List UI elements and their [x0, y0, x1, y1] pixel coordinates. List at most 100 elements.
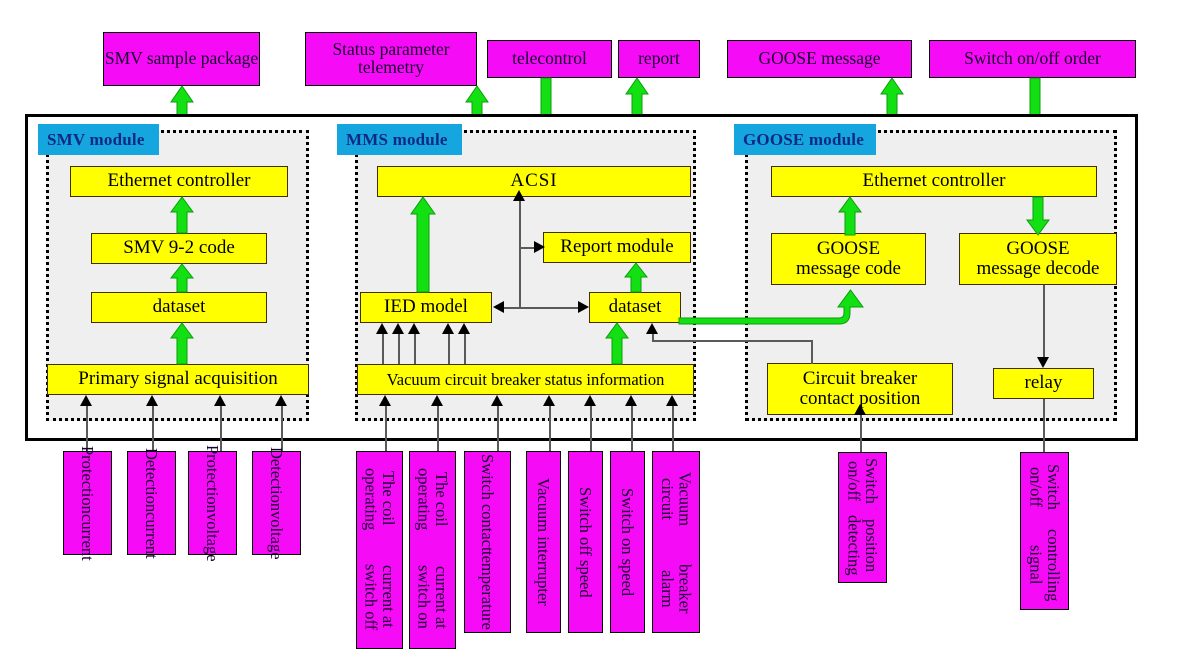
- flow-arrow-smv-code-to-eth: [170, 196, 194, 234]
- io-box-detection-current: Detection current: [127, 447, 176, 558]
- arrowhead-in-coil-on: [431, 395, 443, 406]
- arrowhead-in-switch-position: [854, 404, 866, 415]
- io-label-line1: Detection: [267, 446, 287, 511]
- io-label: Switch on speed: [618, 487, 638, 597]
- io-label: Switch off speed: [576, 486, 596, 598]
- block-vacuum-breaker-status-information: Vacuum circuit breaker status informatio…: [357, 364, 694, 395]
- io-box-coil-current-switch-on: The coil operating current at switch on: [409, 451, 456, 649]
- flow-arrow-acq-to-smv-dataset: [170, 322, 194, 365]
- io-label-line1: The coil operating: [414, 467, 451, 531]
- io-label-line1: Detection: [142, 447, 162, 512]
- block-smv-9-2-code: SMV 9-2 code: [91, 233, 267, 264]
- block-label: Report module: [560, 236, 674, 258]
- arrowhead-in-vacuum-interrupter: [543, 395, 555, 406]
- line-trunk-to-ied: [504, 307, 522, 309]
- flow-arrow-dataset-to-goose-code: [678, 285, 865, 331]
- io-label-line1: Protection: [78, 445, 98, 514]
- block-smv-dataset: dataset: [91, 292, 267, 323]
- io-label-line1: Vacuum circuit: [658, 472, 695, 527]
- io-label: report: [638, 48, 680, 69]
- arrowhead-to-relay: [1037, 357, 1049, 368]
- line-status-to-ied-2: [398, 334, 400, 364]
- block-label: IED model: [384, 296, 468, 318]
- diagram-canvas: SMV sample package Status parameter tele…: [0, 0, 1200, 654]
- block-label: Vacuum circuit breaker status informatio…: [386, 369, 665, 389]
- io-label-line2: breaker alarm: [658, 564, 695, 614]
- io-label-line2: controlling signal: [1026, 528, 1063, 602]
- block-label: GOOSE message decode: [976, 237, 1100, 279]
- arrowhead-in-detection-current: [146, 395, 158, 406]
- arrowhead-status-to-ied-4: [442, 323, 454, 334]
- io-label: Vacuum interrupter: [534, 478, 554, 606]
- block-goose-message-code: GOOSE message code: [771, 233, 926, 285]
- line-decode-to-relay: [1043, 285, 1045, 357]
- block-primary-signal-acquisition: Primary signal acquisition: [47, 364, 309, 395]
- module-tag-mms: MMS module: [337, 124, 462, 155]
- arrowhead-to-acsi: [513, 190, 525, 201]
- block-acsi: ACSI: [377, 166, 691, 197]
- arrowhead-status-to-ied-3: [408, 323, 420, 334]
- block-goose-ethernet-controller: Ethernet controller: [771, 166, 1097, 197]
- io-label-line1: Switch contact: [478, 453, 498, 552]
- block-goose-message-decode: GOOSE message decode: [959, 233, 1117, 285]
- flow-arrow-smv-dataset-to-code: [169, 263, 195, 293]
- io-label-line1: Switch on/off: [844, 458, 881, 504]
- block-label: relay: [1024, 372, 1063, 394]
- arrowhead-in-coil-off: [379, 395, 391, 406]
- io-box-switch-on-off-order: Switch on/off order: [929, 40, 1136, 78]
- arrowhead-status-to-ied-5: [458, 323, 470, 334]
- arrowhead-to-ied-model: [493, 301, 504, 313]
- module-tag-label: GOOSE module: [743, 129, 864, 149]
- line-status-to-ied-1: [382, 334, 384, 364]
- flow-arrow-status-to-dataset: [605, 322, 629, 365]
- module-tag-label: SMV module: [47, 129, 145, 149]
- block-label: ACSI: [510, 170, 558, 192]
- arrowhead-to-report: [534, 241, 545, 253]
- io-box-switch-position-detecting: Switch on/off position detecting: [838, 452, 887, 583]
- io-box-smv-sample-package: SMV sample package: [103, 32, 260, 86]
- block-label: SMV 9-2 code: [123, 237, 235, 259]
- arrowhead-to-dataset: [578, 301, 589, 313]
- io-box-switch-controlling-signal: Switch on/off controlling signal: [1020, 452, 1069, 610]
- arrowhead-in-protection-current: [80, 395, 92, 406]
- io-label-line2: current at switch off: [361, 563, 398, 630]
- io-box-detection-voltage: Detection voltage: [252, 447, 301, 559]
- io-box-vacuum-breaker-alarm: Vacuum circuit breaker alarm: [652, 451, 700, 633]
- io-box-switch-off-speed: Switch off speed: [568, 451, 603, 633]
- io-label-line1: Switch on/off: [1026, 464, 1063, 510]
- arrowhead-cbpos-to-dataset: [646, 323, 658, 334]
- io-label-line1: The coil operating: [361, 467, 398, 530]
- module-tag-goose: GOOSE module: [734, 124, 876, 155]
- block-report-module: Report module: [543, 232, 691, 263]
- line-trunk-to-acsi: [519, 200, 521, 308]
- io-label-line2: current at switch on: [414, 565, 451, 629]
- io-box-status-parameter-telemetry: Status parameter telemetry: [305, 32, 477, 86]
- line-cbpos-riser: [652, 334, 654, 341]
- arrowhead-in-switch-on-speed: [625, 395, 637, 406]
- block-label: Primary signal acquisition: [78, 368, 278, 390]
- arrowhead-status-to-ied-1: [376, 323, 388, 334]
- block-label: dataset: [608, 296, 662, 318]
- module-tag-label: MMS module: [346, 129, 448, 149]
- block-label: Ethernet controller: [107, 170, 251, 192]
- flow-arrow-ied-to-acsi: [409, 196, 437, 293]
- line-status-to-ied-3: [414, 334, 416, 364]
- block-smv-ethernet-controller: Ethernet controller: [70, 166, 288, 197]
- io-label-line2: position detecting: [844, 515, 881, 576]
- flow-arrow-code-to-eth: [838, 196, 862, 236]
- io-label: telecontrol: [512, 48, 587, 69]
- arrowhead-in-protection-voltage: [214, 395, 226, 406]
- io-label-line1: Protection: [203, 444, 223, 513]
- block-ied-model: IED model: [360, 292, 492, 323]
- block-label: dataset: [152, 296, 206, 318]
- io-box-vacuum-interrupter: Vacuum interrupter: [526, 451, 561, 633]
- io-label-line2: current: [78, 513, 98, 561]
- io-box-goose-message: GOOSE message: [727, 40, 912, 78]
- io-box-switch-contact-temperature: Switch contact temperature: [464, 451, 511, 633]
- line-cbpos-left: [652, 340, 813, 342]
- io-box-protection-voltage: Protection voltage: [188, 445, 237, 561]
- io-box-switch-on-speed: Switch on speed: [610, 451, 645, 633]
- io-label-line2: temperature: [478, 551, 498, 631]
- block-label: GOOSE message code: [796, 237, 901, 279]
- module-tag-smv: SMV module: [38, 124, 159, 155]
